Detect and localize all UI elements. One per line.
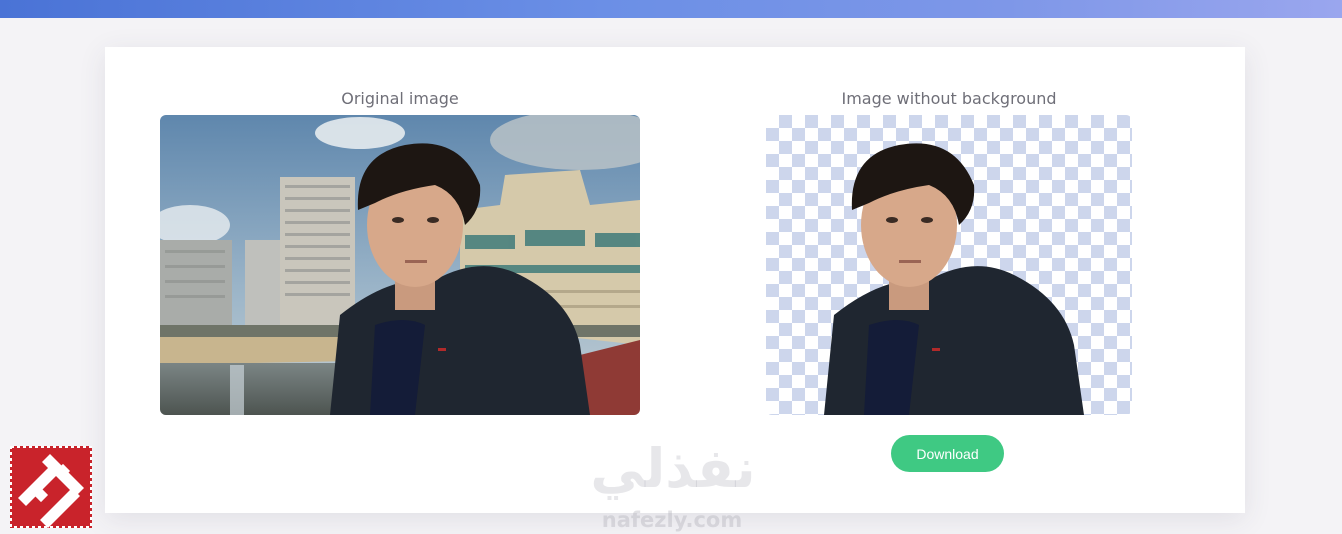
result-image-title: Image without background — [841, 89, 1057, 108]
download-button[interactable]: Download — [891, 435, 1004, 472]
watermark-arabic: نفذلي — [590, 437, 756, 500]
result-image — [766, 115, 1132, 415]
top-header-bar — [0, 0, 1342, 18]
original-image — [160, 115, 640, 415]
original-image-title: Original image — [341, 89, 459, 108]
stamp-logo-icon — [10, 446, 92, 528]
watermark-url: nafezly.com — [601, 508, 743, 532]
